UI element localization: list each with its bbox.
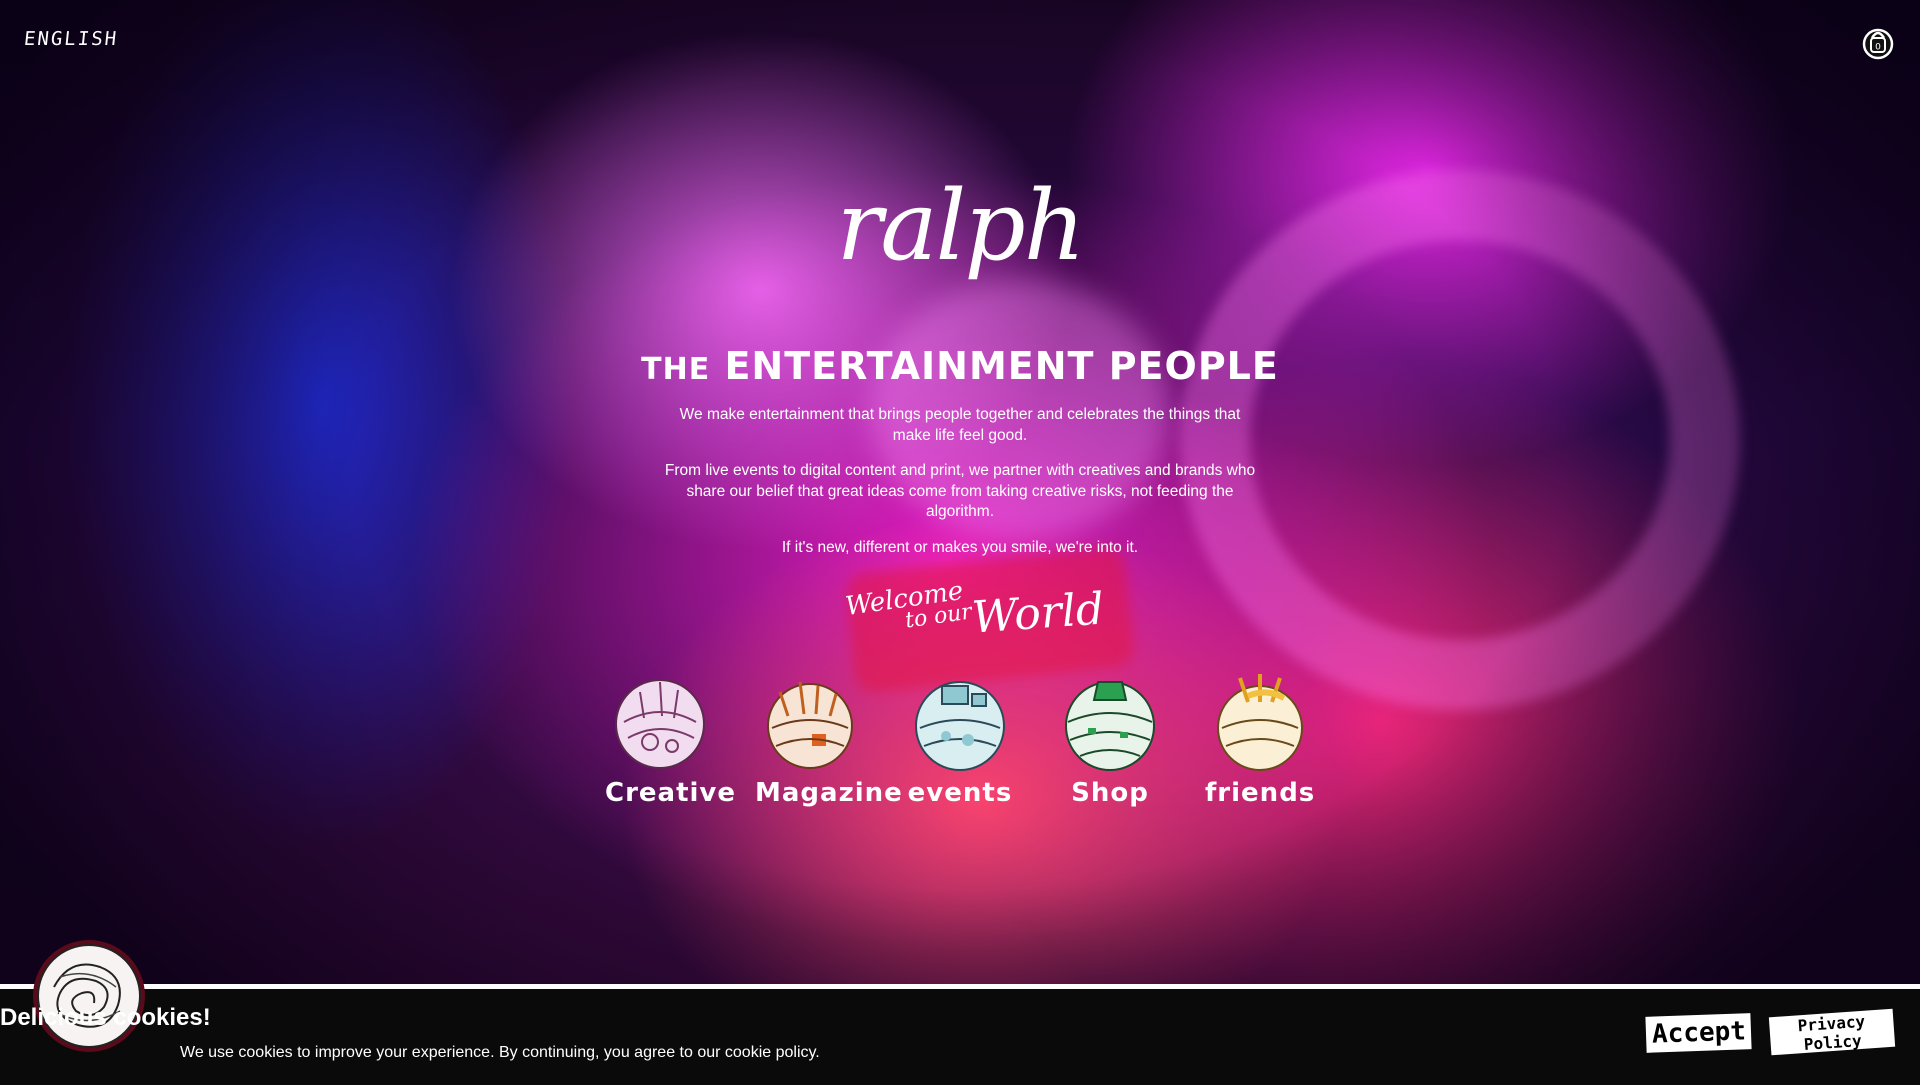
tagline: THE ENTERTAINMENT PEOPLE	[0, 344, 1920, 388]
world-link-magazine[interactable]: Magazine	[755, 672, 903, 822]
world-label-events: events	[907, 778, 1013, 808]
friends-world-icon	[1217, 674, 1303, 771]
cookie-title: Delicious cookies!	[0, 1003, 211, 1031]
cookie-banner	[0, 984, 1920, 1085]
cookie-text: We use cookies to improve your experienc…	[180, 1044, 820, 1061]
world-word: World	[970, 583, 1106, 644]
welcome-to-our-world: Welcome to our World	[840, 576, 1105, 644]
creative-world-icon	[615, 679, 705, 769]
language-selector[interactable]: ENGLISH	[23, 28, 119, 50]
intro-copy: We make entertainment that brings people…	[660, 405, 1260, 573]
events-world-icon	[915, 681, 1005, 771]
basket-icon: 0	[1862, 28, 1894, 60]
world-link-creative[interactable]: Creative	[605, 672, 737, 822]
basket-count: 0	[1875, 43, 1881, 53]
world-label-shop: Shop	[1071, 778, 1149, 808]
world-link-events[interactable]: events	[905, 672, 1015, 822]
intro-paragraph: From live events to digital content and …	[664, 462, 1256, 520]
world-link-friends[interactable]: friends	[1205, 672, 1315, 822]
intro-paragraph: If it's new, different or makes you smil…	[781, 538, 1139, 556]
worlds-nav: Creative Magazine events Shop friends	[605, 672, 1315, 822]
world-label-creative: Creative	[605, 778, 737, 808]
ralph-logo[interactable]: ralph	[0, 178, 1920, 274]
shop-world-icon	[1065, 681, 1155, 771]
world-label-magazine: Magazine	[755, 778, 903, 808]
cookie-badge-icon	[30, 937, 148, 1055]
world-label-friends: friends	[1205, 778, 1316, 808]
accept-cookies-button[interactable]: Accept	[1645, 1013, 1752, 1053]
tagline-prefix: THE	[641, 352, 711, 387]
world-link-shop[interactable]: Shop	[1055, 672, 1165, 822]
tagline-main: ENTERTAINMENT PEOPLE	[724, 344, 1279, 388]
basket-button[interactable]: 0	[1862, 26, 1894, 60]
magazine-world-icon	[767, 681, 853, 769]
intro-paragraph: We make entertainment that brings people…	[679, 406, 1241, 444]
